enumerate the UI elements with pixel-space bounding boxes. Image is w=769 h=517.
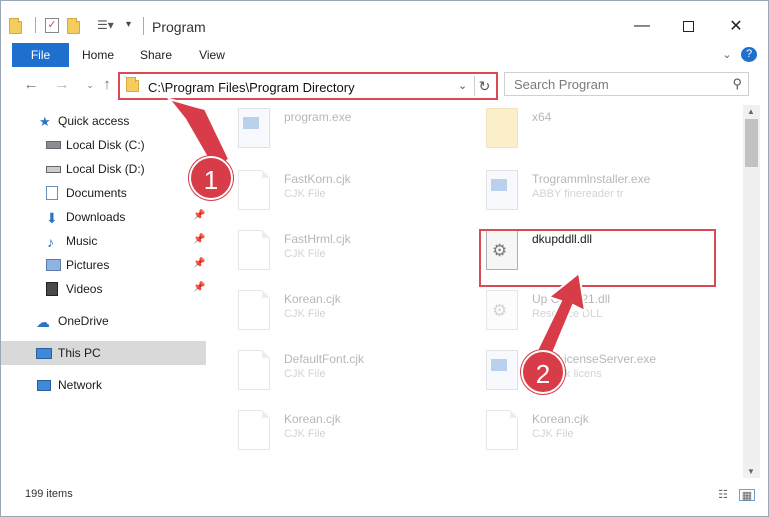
large-icons-view-icon[interactable]: ▦ <box>739 489 755 502</box>
annotation-arrows <box>166 97 587 369</box>
details-view-icon[interactable]: ☷ <box>715 489 731 501</box>
item-count: 199 items <box>25 488 73 500</box>
step-marker-1: 1 <box>189 156 233 200</box>
step-marker-2: 2 <box>521 350 565 394</box>
explorer-window: ✓ ☰▾ ▾ Program — ✕ File Home Share View … <box>0 0 769 517</box>
status-bar: 199 items ☷ ▦ <box>1 482 768 508</box>
